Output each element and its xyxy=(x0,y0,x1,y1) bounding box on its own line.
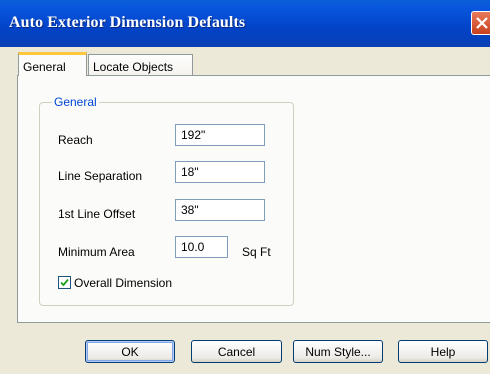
cancel-button[interactable]: Cancel xyxy=(191,340,282,363)
reach-label: Reach xyxy=(58,133,93,147)
window-title: Auto Exterior Dimension Defaults xyxy=(9,14,246,31)
first-line-offset-input[interactable]: 38" xyxy=(175,199,265,221)
line-separation-input[interactable]: 18" xyxy=(175,161,265,183)
checkmark-icon xyxy=(60,278,69,287)
tab-general-label: General xyxy=(23,60,66,74)
overall-dimension-label[interactable]: Overall Dimension xyxy=(74,276,172,290)
minimum-area-label: Minimum Area xyxy=(58,245,135,259)
close-button[interactable] xyxy=(471,11,490,35)
close-icon xyxy=(476,17,488,29)
minimum-area-input[interactable]: 10.0 xyxy=(175,236,228,258)
line-separation-label: Line Separation xyxy=(58,169,143,183)
help-button[interactable]: Help xyxy=(398,340,488,363)
reach-input[interactable]: 192" xyxy=(175,124,265,146)
ok-button[interactable]: OK xyxy=(85,340,175,363)
title-bar[interactable]: Auto Exterior Dimension Defaults xyxy=(0,0,490,47)
tab-general[interactable]: General xyxy=(18,52,87,76)
num-style-button[interactable]: Num Style... xyxy=(293,340,383,363)
tab-locate-objects-label: Locate Objects xyxy=(93,60,174,74)
tab-locate-objects[interactable]: Locate Objects xyxy=(88,54,193,75)
first-line-offset-label: 1st Line Offset xyxy=(58,207,136,221)
minimum-area-unit: Sq Ft xyxy=(242,245,271,259)
overall-dimension-checkbox[interactable] xyxy=(58,276,71,289)
tab-panel-general: General Reach 192" Line Separation 18" 1… xyxy=(17,75,490,323)
group-title: General xyxy=(52,95,99,109)
